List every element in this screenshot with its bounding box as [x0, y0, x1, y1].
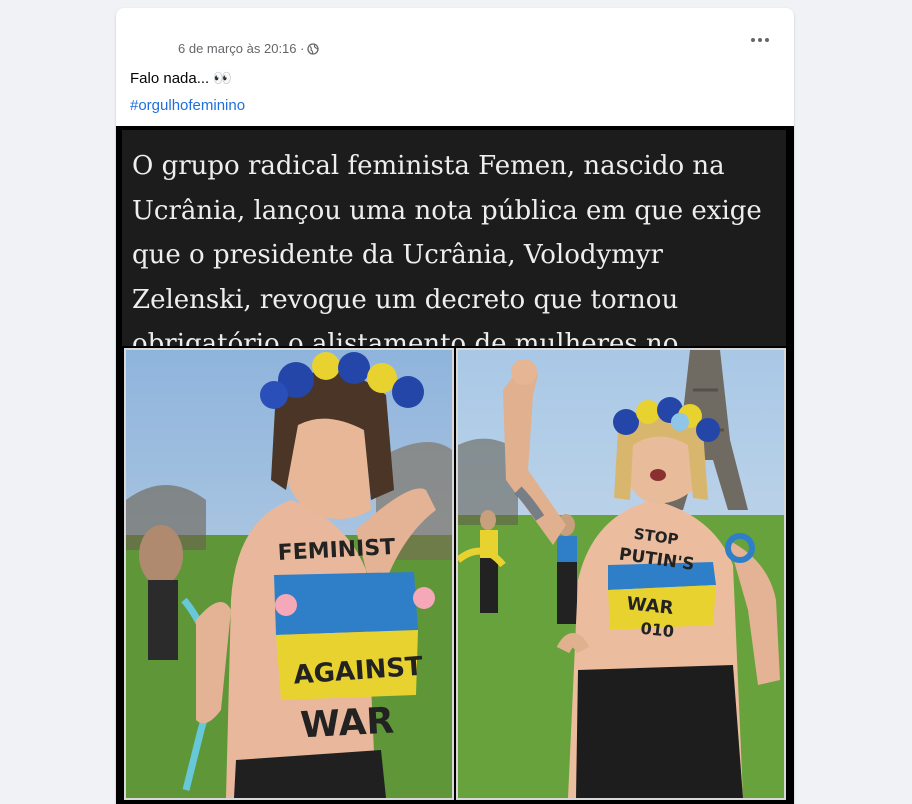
- right-protester-photo: STOP PUTIN'S WAR 010: [456, 348, 786, 800]
- image-caption-box: O grupo radical feminista Femen, nascido…: [122, 130, 786, 346]
- post-meta: 6 de março às 20:16 ·: [178, 41, 320, 56]
- more-options-button[interactable]: [750, 30, 770, 50]
- image-caption-text: O grupo radical feminista Femen, nascido…: [132, 151, 762, 346]
- body-paint-war: WAR: [299, 700, 395, 746]
- left-protester-photo: FEMINIST AGAINST WAR: [124, 348, 454, 800]
- post-text: Falo nada... 👀: [130, 70, 233, 87]
- post-timestamp[interactable]: 6 de março às 20:16 ·: [178, 41, 304, 56]
- hashtag-link[interactable]: #orgulhofeminino: [130, 97, 245, 114]
- dot: [751, 38, 755, 42]
- dot: [765, 38, 769, 42]
- globe-icon: [307, 42, 320, 55]
- body-paint-010: 010: [640, 619, 675, 641]
- dot: [758, 38, 762, 42]
- post-image[interactable]: O grupo radical feminista Femen, nascido…: [116, 126, 794, 804]
- post-card: 6 de março às 20:16 · Falo nada... 👀 #or…: [116, 8, 794, 804]
